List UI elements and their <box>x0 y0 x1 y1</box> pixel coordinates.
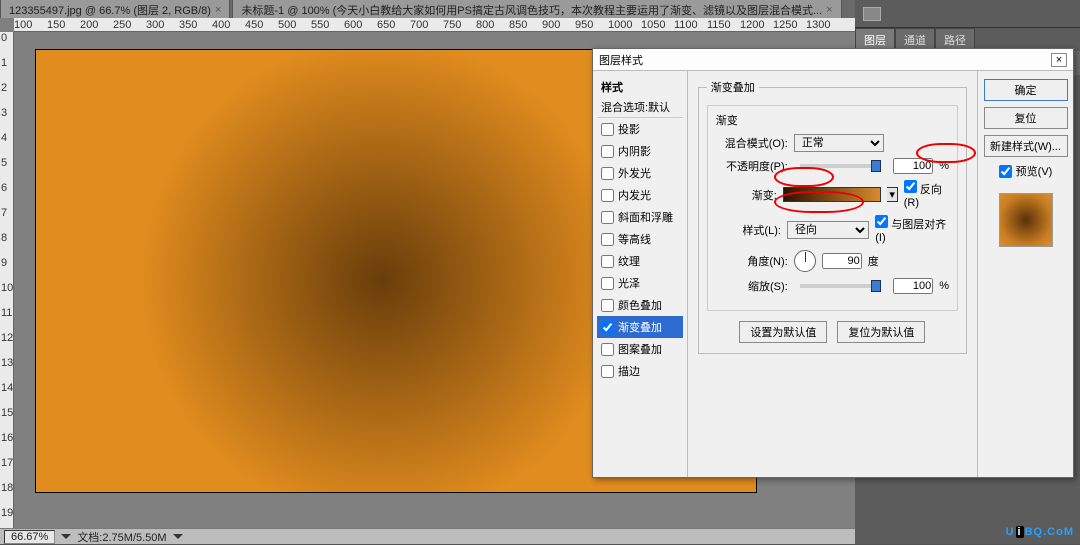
watermark: UiBQ.CoM <box>1006 519 1074 540</box>
ruler-horizontal: 1001502002503003504004505005506006507007… <box>14 18 855 32</box>
blending-options[interactable]: 混合选项:默认 <box>597 97 683 118</box>
scale-input[interactable] <box>893 278 933 294</box>
styles-list: 样式 混合选项:默认 投影内阴影外发光内发光斜面和浮雕等高线纹理光泽颜色叠加渐变… <box>593 71 688 477</box>
opacity-label: 不透明度(P): <box>716 158 788 174</box>
style-item[interactable]: 描边 <box>597 360 683 382</box>
new-style-button[interactable]: 新建样式(W)... <box>984 135 1068 157</box>
style-settings: 渐变叠加 渐变 混合模式(O): 正常 不透明度(P): % 渐变: <box>688 71 977 477</box>
close-button[interactable]: × <box>1051 53 1067 67</box>
scale-label: 缩放(S): <box>716 278 788 294</box>
make-default-button[interactable]: 设置为默认值 <box>739 321 827 343</box>
chevron-down-icon[interactable] <box>61 534 71 539</box>
blend-mode-select[interactable]: 正常 <box>794 134 884 152</box>
dialog-buttons: 确定 复位 新建样式(W)... 预览(V) <box>977 71 1073 477</box>
gradient-label: 渐变: <box>716 187 777 203</box>
ruler-vertical: 012345678910111213141516171819 <box>0 32 14 528</box>
angle-input[interactable] <box>822 253 862 269</box>
dialog-titlebar[interactable]: 图层样式 × <box>593 49 1073 71</box>
document-tab[interactable]: 未标题-1 @ 100% (今天小白教给大家如何用PS搞定古风调色技巧，本次教程… <box>232 0 841 20</box>
style-item[interactable]: 外发光 <box>597 162 683 184</box>
close-icon[interactable]: × <box>826 4 832 16</box>
dialog-title: 图层样式 <box>599 52 643 68</box>
zoom-field[interactable]: 66.67% <box>4 530 55 544</box>
style-item[interactable]: 渐变叠加 <box>597 316 683 338</box>
opacity-slider[interactable] <box>800 164 882 168</box>
close-icon[interactable]: × <box>215 4 221 16</box>
ok-button[interactable]: 确定 <box>984 79 1068 101</box>
opacity-input[interactable] <box>893 158 933 174</box>
angle-dial[interactable] <box>794 250 816 272</box>
styles-header[interactable]: 样式 <box>597 77 683 97</box>
style-item[interactable]: 等高线 <box>597 228 683 250</box>
reverse-checkbox[interactable]: 反向(R) <box>904 180 949 209</box>
pct-label: % <box>939 280 949 292</box>
style-item[interactable]: 光泽 <box>597 272 683 294</box>
style-item[interactable]: 斜面和浮雕 <box>597 206 683 228</box>
gradient-style-select[interactable]: 径向 <box>787 221 869 239</box>
document-info: 文档:2.75M/5.50M <box>77 529 166 545</box>
preview-swatch <box>999 193 1053 247</box>
style-item[interactable]: 图案叠加 <box>597 338 683 360</box>
tab-label: 123355497.jpg @ 66.7% (图层 2, RGB/8) <box>9 2 211 18</box>
status-bar: 66.67% 文档:2.75M/5.50M <box>0 528 855 544</box>
style-item[interactable]: 内阴影 <box>597 140 683 162</box>
blend-mode-label: 混合模式(O): <box>716 135 788 151</box>
angle-unit: 度 <box>868 253 879 269</box>
style-item[interactable]: 纹理 <box>597 250 683 272</box>
chevron-down-icon[interactable]: ▾ <box>887 187 897 202</box>
style-item[interactable]: 内发光 <box>597 184 683 206</box>
align-checkbox[interactable]: 与图层对齐(I) <box>875 215 949 244</box>
gradient-preview[interactable] <box>783 187 882 202</box>
panel-icon-row <box>855 0 1080 28</box>
document-tab[interactable]: 123355497.jpg @ 66.7% (图层 2, RGB/8) × <box>0 0 230 20</box>
angle-label: 角度(N): <box>716 253 788 269</box>
group-title: 渐变叠加 <box>707 79 759 95</box>
style-item[interactable]: 投影 <box>597 118 683 140</box>
panel-icon[interactable] <box>863 7 881 21</box>
cancel-button[interactable]: 复位 <box>984 107 1068 129</box>
style-label: 样式(L): <box>716 222 781 238</box>
pct-label: % <box>939 160 949 172</box>
reset-default-button[interactable]: 复位为默认值 <box>837 321 925 343</box>
layer-style-dialog: 图层样式 × 样式 混合选项:默认 投影内阴影外发光内发光斜面和浮雕等高线纹理光… <box>592 48 1074 478</box>
preview-checkbox[interactable]: 预览(V) <box>999 163 1053 179</box>
inner-title: 渐变 <box>716 112 949 128</box>
chevron-down-icon[interactable] <box>173 534 183 539</box>
scale-slider[interactable] <box>800 284 882 288</box>
style-item[interactable]: 颜色叠加 <box>597 294 683 316</box>
tab-label: 未标题-1 @ 100% (今天小白教给大家如何用PS搞定古风调色技巧，本次教程… <box>241 2 822 18</box>
